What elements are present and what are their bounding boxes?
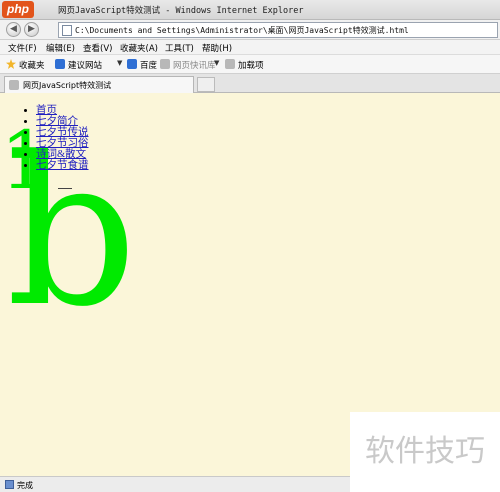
menu-help[interactable]: 帮助(H) [202, 42, 232, 54]
nav-link-poems[interactable]: 诗词&散文 [36, 149, 86, 160]
list-item: 七夕节食谱 [36, 160, 89, 171]
page-icon [160, 59, 170, 69]
page-icon [62, 25, 72, 36]
new-tab-button[interactable] [197, 77, 215, 92]
back-button[interactable]: ◀ [6, 22, 21, 37]
list-item: 七夕节传说 [36, 127, 89, 138]
menu-file[interactable]: 文件(F) [8, 42, 37, 54]
fav-addons-label: 加载项 [238, 61, 264, 71]
tab-bar: 网页JavaScript特效测试 [0, 74, 500, 93]
list-item: 七夕简介 [36, 116, 89, 127]
address-bar: ◀ ▶ C:\Documents and Settings\Administra… [0, 20, 500, 40]
status-text: 完成 [17, 481, 33, 490]
favorites-bar: 收藏夹 建议网站 ▼ 百度 网页快讯库 ▼ 加载项 [0, 55, 500, 74]
address-url: C:\Documents and Settings\Administrator\… [75, 26, 409, 35]
fav-web-slice-gallery[interactable]: 网页快讯库 [160, 59, 216, 71]
menu-bar: 文件(F) 编辑(E) 查看(V) 收藏夹(A) 工具(T) 帮助(H) [0, 40, 500, 55]
done-icon [5, 480, 14, 489]
fav-addons[interactable]: 加载项 [225, 59, 264, 71]
web-slice-icon [55, 59, 65, 69]
nav-link-intro[interactable]: 七夕简介 [36, 116, 78, 127]
chevron-down-icon[interactable]: ▼ [117, 59, 122, 67]
chevron-down-icon[interactable]: ▼ [214, 59, 219, 67]
star-icon [6, 59, 16, 69]
tab-title: 网页JavaScript特效测试 [23, 81, 112, 90]
nav-link-legend[interactable]: 七夕节传说 [36, 127, 89, 138]
menu-view[interactable]: 查看(V) [83, 42, 112, 54]
fav-suggested-sites[interactable]: 建议网站 [55, 59, 102, 71]
addon-icon [225, 59, 235, 69]
nav-link-recipes[interactable]: 七夕节食谱 [36, 160, 89, 171]
tab-current[interactable]: 网页JavaScript特效测试 [4, 76, 194, 93]
list-item: 七夕节习俗 [36, 138, 89, 149]
forward-button[interactable]: ▶ [24, 22, 39, 37]
watermark: 软件技巧 [350, 412, 500, 492]
menu-favorites[interactable]: 收藏夹(A) [120, 42, 158, 54]
list-item: 首页 [36, 105, 89, 116]
site-logo: php [2, 1, 34, 18]
nav-link-home[interactable]: 首页 [36, 105, 57, 116]
address-input[interactable]: C:\Documents and Settings\Administrator\… [58, 22, 498, 38]
fav-web-slice-label: 网页快讯库 [173, 61, 216, 71]
nav-link-customs[interactable]: 七夕节习俗 [36, 138, 89, 149]
list-item: 诗词&散文 [36, 149, 89, 160]
baidu-icon [127, 59, 137, 69]
window-title: 网页JavaScript特效测试 - Windows Internet Expl… [58, 6, 304, 16]
fav-baidu-label: 百度 [140, 61, 158, 71]
title-bar: php 网页JavaScript特效测试 - Windows Internet … [0, 0, 500, 20]
fav-baidu[interactable]: 百度 [127, 59, 157, 71]
menu-tools[interactable]: 工具(T) [165, 42, 194, 54]
nav-list: 首页 七夕简介 七夕节传说 七夕节习俗 诗词&散文 七夕节食谱 [22, 105, 89, 171]
favorites-button[interactable]: 收藏夹 [6, 59, 45, 71]
fav-suggested-label: 建议网站 [68, 61, 103, 71]
favorites-label: 收藏夹 [19, 61, 45, 71]
page-icon [9, 80, 19, 90]
divider [58, 188, 72, 189]
menu-edit[interactable]: 编辑(E) [46, 42, 75, 54]
